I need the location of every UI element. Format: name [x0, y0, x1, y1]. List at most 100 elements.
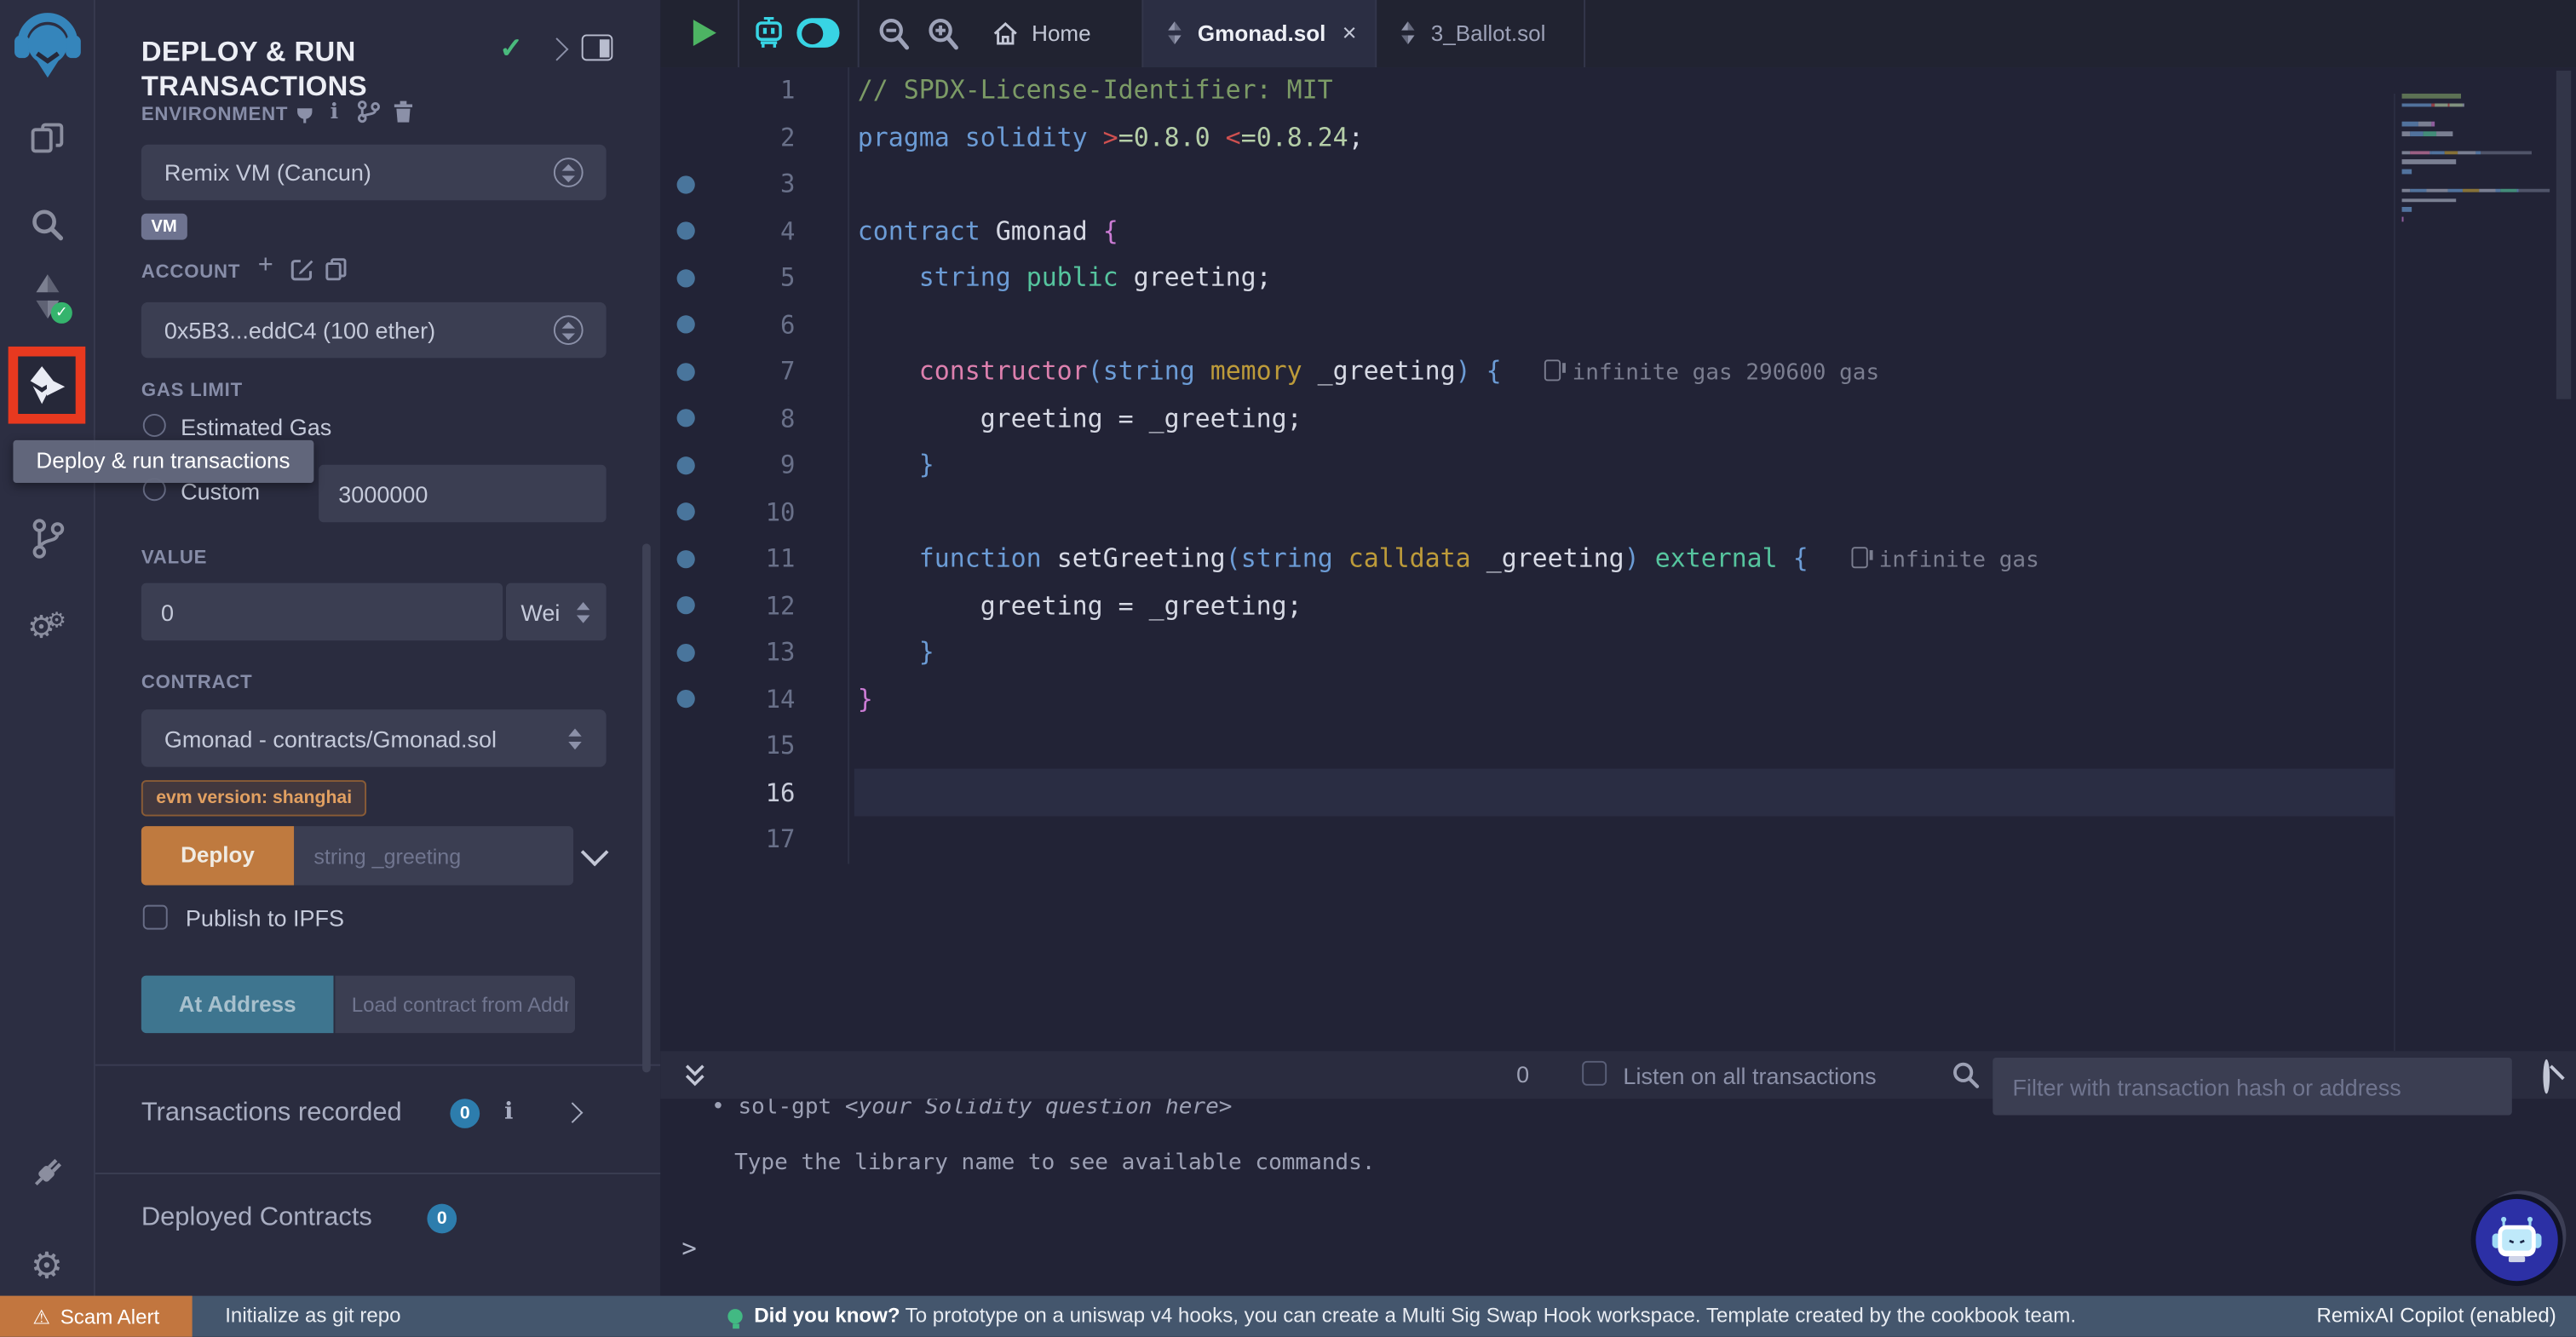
contract-select[interactable]: Gmonad - contracts/Gmonad.sol: [141, 709, 607, 766]
change-marker-dot[interactable]: [660, 175, 710, 193]
sidebar-item-solidity-compiler[interactable]: ✓: [0, 269, 94, 325]
transaction-filter-input[interactable]: [1992, 1058, 2511, 1115]
change-marker-dot[interactable]: [660, 644, 710, 662]
close-tab-icon[interactable]: ×: [1343, 20, 1357, 48]
zoom-out-icon[interactable]: [877, 16, 911, 59]
remix-logo[interactable]: [0, 9, 94, 84]
sidebar-item-file-explorer[interactable]: [0, 115, 94, 164]
code-line-8[interactable]: 8 greeting = _greeting;: [660, 395, 2576, 442]
terminal-prompt[interactable]: >: [681, 1233, 696, 1263]
change-marker-dot[interactable]: [660, 363, 710, 381]
change-marker-dot[interactable]: [660, 456, 710, 474]
code-line-11[interactable]: 11 function setGreeting(string calldata …: [660, 536, 2576, 582]
remixai-robot-icon[interactable]: [752, 14, 785, 59]
change-marker-dot[interactable]: [660, 222, 710, 240]
editor-scrollbar[interactable]: [2556, 71, 2571, 399]
gas-estimate-annotation: infinite gas 290600 gas: [1544, 359, 1879, 386]
code-line-16[interactable]: 16: [660, 770, 2576, 817]
account-edit-icon[interactable]: [290, 258, 313, 290]
gas-custom-input[interactable]: [319, 465, 606, 522]
did-you-know-label: Did you know?: [754, 1304, 900, 1327]
code-text: pragma solidity >=0.8.0 <=0.8.24;: [848, 114, 2576, 161]
terminal[interactable]: 0 Listen on all transactions • sol-gpt <…: [660, 1051, 2576, 1295]
change-marker-dot[interactable]: [660, 410, 710, 427]
tab-gmonad-sol[interactable]: Gmonad.sol ×: [1141, 0, 1377, 67]
code-line-13[interactable]: 13 }: [660, 629, 2576, 676]
deploy-button[interactable]: Deploy: [141, 826, 294, 885]
tab-home[interactable]: Home: [977, 0, 1141, 67]
run-script-play-icon[interactable]: [693, 20, 716, 46]
value-unit-select[interactable]: Wei: [506, 583, 607, 641]
code-line-2[interactable]: 2pragma solidity >=0.8.0 <=0.8.24;: [660, 114, 2576, 161]
publish-ipfs-checkbox[interactable]: [143, 905, 168, 930]
code-line-3[interactable]: 3: [660, 161, 2576, 208]
gutter[interactable]: [660, 737, 710, 755]
ai-copilot-toggle[interactable]: [796, 18, 839, 48]
terminal-search-icon[interactable]: [1952, 1061, 1980, 1097]
sidebar-item-git[interactable]: [0, 513, 94, 565]
code-line-9[interactable]: 9 }: [660, 442, 2576, 489]
copilot-status[interactable]: RemixAI Copilot (enabled): [2316, 1304, 2556, 1327]
code-text: string public greeting;: [848, 255, 2576, 301]
collapse-terminal-icon[interactable]: [683, 1063, 706, 1098]
gutter[interactable]: [660, 830, 710, 848]
change-marker-dot[interactable]: [660, 690, 710, 708]
code-line-7[interactable]: 7 constructor(string memory _greeting) {…: [660, 348, 2576, 395]
tab-3-ballot-sol[interactable]: 3_Ballot.sol: [1377, 0, 1585, 67]
gutter[interactable]: [660, 783, 710, 801]
code-line-12[interactable]: 12 greeting = _greeting;: [660, 582, 2576, 629]
code-line-6[interactable]: 6: [660, 301, 2576, 348]
env-plug-icon[interactable]: [294, 100, 315, 132]
deploy-param-input[interactable]: [294, 826, 573, 885]
sidebar-item-search[interactable]: [0, 200, 94, 250]
code-line-17[interactable]: 17: [660, 816, 2576, 863]
change-marker-dot[interactable]: [660, 503, 710, 521]
code-text: [848, 770, 2576, 817]
account-copy-icon[interactable]: [325, 258, 347, 290]
tab-label: Gmonad.sol: [1198, 21, 1325, 46]
panel-pin-chevron-icon[interactable]: [545, 37, 568, 60]
change-marker-dot[interactable]: [660, 269, 710, 287]
clear-console-icon[interactable]: [2543, 1059, 2550, 1094]
scam-alert-button[interactable]: ⚠ Scam Alert: [0, 1296, 193, 1337]
minimap[interactable]: [2394, 94, 2558, 1051]
gas-estimated-radio[interactable]: [143, 414, 166, 437]
remixai-assistant-button[interactable]: [2471, 1194, 2563, 1286]
account-select[interactable]: 0x5B3...eddC4 (100 ether): [141, 302, 607, 359]
git-init-button[interactable]: Initialize as git repo: [225, 1304, 400, 1327]
change-marker-dot[interactable]: [660, 597, 710, 615]
transactions-expand-chevron-icon[interactable]: [562, 1102, 584, 1123]
sidebar-item-settings[interactable]: ⚙: [0, 1240, 94, 1293]
code-editor[interactable]: 1// SPDX-License-Identifier: MIT2pragma …: [660, 67, 2576, 1051]
panel-divider: [95, 1064, 660, 1066]
listen-all-transactions-checkbox[interactable]: [1582, 1061, 1607, 1086]
unit-select-arrows-icon: [577, 601, 589, 623]
sidebar-item-deploy-run-highlighted[interactable]: [9, 347, 86, 424]
deploy-expand-chevron-icon[interactable]: [581, 839, 609, 867]
code-line-14[interactable]: 14}: [660, 676, 2576, 723]
transactions-info-icon[interactable]: i: [504, 1099, 513, 1125]
value-input[interactable]: [141, 583, 503, 641]
sidebar-item-plugin-manager[interactable]: [0, 1146, 94, 1199]
gutter[interactable]: [660, 82, 710, 100]
layout-columns-icon[interactable]: [582, 34, 613, 60]
code-text: }: [848, 676, 2576, 723]
at-address-input[interactable]: [335, 976, 575, 1034]
code-line-15[interactable]: 15: [660, 723, 2576, 770]
panel-scrollbar[interactable]: [642, 543, 651, 1072]
code-line-10[interactable]: 10: [660, 489, 2576, 536]
change-marker-dot[interactable]: [660, 550, 710, 568]
account-add-icon[interactable]: +: [258, 251, 273, 281]
gutter[interactable]: [660, 129, 710, 146]
sidebar-item-solidity-analyzers[interactable]: ⚙⚙: [0, 598, 94, 651]
code-line-1[interactable]: 1// SPDX-License-Identifier: MIT: [660, 67, 2576, 114]
environment-select[interactable]: Remix VM (Cancun): [141, 145, 607, 201]
env-info-icon[interactable]: i: [331, 100, 339, 125]
zoom-in-icon[interactable]: [927, 16, 960, 59]
env-fork-icon[interactable]: [356, 100, 381, 132]
at-address-button[interactable]: At Address: [141, 976, 334, 1034]
code-line-4[interactable]: 4contract Gmonad {: [660, 208, 2576, 255]
change-marker-dot[interactable]: [660, 316, 710, 334]
code-line-5[interactable]: 5 string public greeting;: [660, 255, 2576, 301]
env-trash-icon[interactable]: [393, 100, 414, 132]
